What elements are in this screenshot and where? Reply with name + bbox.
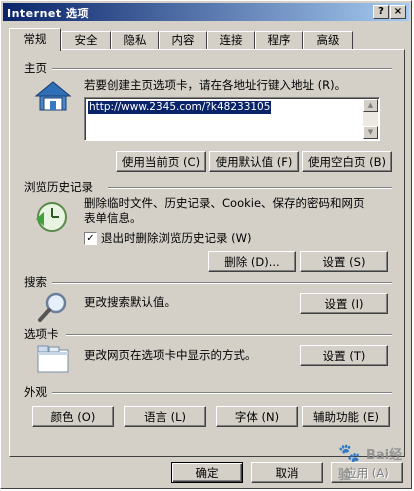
colors-button[interactable]: 颜色 (O) xyxy=(32,406,114,427)
appearance-group-label: 外观 xyxy=(24,384,51,400)
history-description-line1: 删除临时文件、历史记录、Cookie、保存的密码和网页 xyxy=(84,196,365,210)
help-icon: ? xyxy=(378,6,384,17)
homepage-url-value: http://www.2345.com/?k48233105 xyxy=(88,101,272,114)
tab-security[interactable]: 安全 xyxy=(61,31,111,49)
homepage-url-input[interactable]: http://www.2345.com/?k48233105 ▲ ▼ xyxy=(84,97,380,141)
tabs-section-group-label: 选项卡 xyxy=(24,326,63,342)
title-bar[interactable]: Internet 选项 ? × xyxy=(3,3,409,21)
tabs-settings-button[interactable]: 设置 (T) xyxy=(300,345,388,366)
appearance-separator xyxy=(52,392,392,394)
use-current-button[interactable]: 使用当前页 (C) xyxy=(116,151,206,172)
ok-button[interactable]: 确定 xyxy=(171,462,243,483)
window-title: Internet 选项 xyxy=(7,7,89,20)
search-settings-button[interactable]: 设置 (I) xyxy=(300,293,388,314)
tabs-window-icon xyxy=(37,345,69,373)
tab-advanced[interactable]: 高级 xyxy=(303,31,353,49)
history-description-line2: 表单信息。 xyxy=(84,211,142,225)
tab-strip: 常规 安全 隐私 内容 连接 程序 高级 xyxy=(9,28,409,51)
baidu-jingyan-watermark: 🐾 Bai经验 xyxy=(338,443,410,483)
tab-general[interactable]: 常规 xyxy=(9,28,61,51)
search-description: 更改搜索默认值。 xyxy=(84,295,176,309)
search-separator xyxy=(52,282,392,284)
magnifier-icon xyxy=(38,292,67,322)
history-settings-button[interactable]: 设置 (S) xyxy=(300,251,388,272)
scroll-up-icon[interactable]: ▲ xyxy=(363,99,378,112)
history-group-label: 浏览历史记录 xyxy=(24,179,97,195)
scroll-down-icon[interactable]: ▼ xyxy=(363,126,378,139)
home-icon xyxy=(34,81,72,111)
tabs-section-separator xyxy=(66,334,392,336)
help-button[interactable]: ? xyxy=(373,5,389,19)
history-separator xyxy=(108,187,392,189)
use-blank-button[interactable]: 使用空白页 (B) xyxy=(302,151,392,172)
homepage-group-label: 主页 xyxy=(24,60,51,76)
close-icon: × xyxy=(393,6,403,17)
tabs-section-description: 更改网页在选项卡中显示的方式。 xyxy=(84,348,257,362)
homepage-instruction: 若要创建主页选项卡，请在各地址行键入地址 (R)。 xyxy=(84,78,347,92)
tab-privacy[interactable]: 隐私 xyxy=(111,31,159,49)
use-default-button[interactable]: 使用默认值 (F) xyxy=(209,151,299,172)
cancel-button[interactable]: 取消 xyxy=(251,462,323,483)
languages-button[interactable]: 语言 (L) xyxy=(124,406,206,427)
delete-on-exit-label[interactable]: 退出时删除浏览历史记录 (W) xyxy=(101,231,252,246)
accessibility-button[interactable]: 辅助功能 (E) xyxy=(302,406,390,427)
homepage-scrollbar[interactable]: ▲ ▼ xyxy=(363,99,378,139)
search-group-label: 搜索 xyxy=(24,274,51,290)
tab-content[interactable]: 内容 xyxy=(159,31,207,49)
tab-connections[interactable]: 连接 xyxy=(207,31,255,49)
tab-programs[interactable]: 程序 xyxy=(255,31,303,49)
close-button[interactable]: × xyxy=(390,5,406,19)
history-clock-icon xyxy=(36,202,67,232)
watermark-paw-icon: 🐾 xyxy=(338,443,361,464)
homepage-separator xyxy=(52,68,392,70)
general-tab-panel: 主页 若要创建主页选项卡，请在各地址行键入地址 (R)。 http://www.… xyxy=(9,49,405,457)
checkmark-icon: ✓ xyxy=(86,233,95,244)
delete-history-button[interactable]: 删除 (D)... xyxy=(208,251,296,272)
delete-on-exit-checkbox[interactable]: ✓ xyxy=(84,232,97,245)
internet-options-window: Internet 选项 ? × 常规 安全 隐私 内容 连接 程序 高级 主页 … xyxy=(0,0,412,489)
fonts-button[interactable]: 字体 (N) xyxy=(216,406,298,427)
